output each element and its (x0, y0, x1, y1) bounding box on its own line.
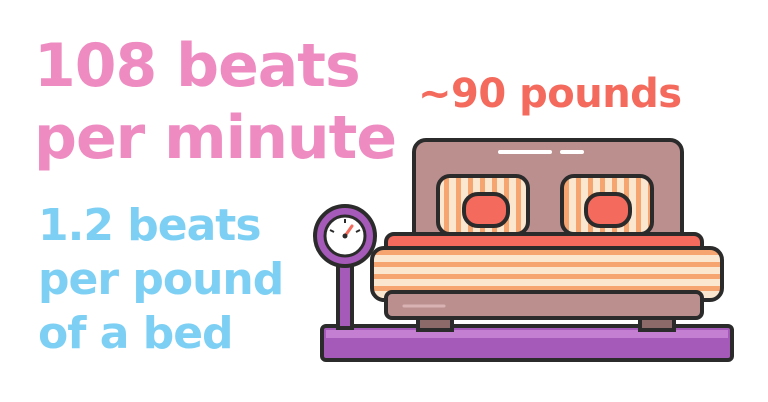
bed-on-scale-illustration (313, 138, 734, 362)
subtext-line-2: per pound (38, 254, 284, 305)
weight-label: ~90 pounds (418, 71, 682, 117)
subtext-line-3: of a bed (38, 308, 234, 359)
subtext-line-1: 1.2 beats (38, 200, 262, 251)
pillow-right (560, 174, 654, 236)
headline-line-1: 108 beats (34, 31, 361, 101)
bed-mattress (370, 232, 724, 320)
pillow-left (436, 174, 530, 236)
scale-dial (313, 204, 377, 330)
